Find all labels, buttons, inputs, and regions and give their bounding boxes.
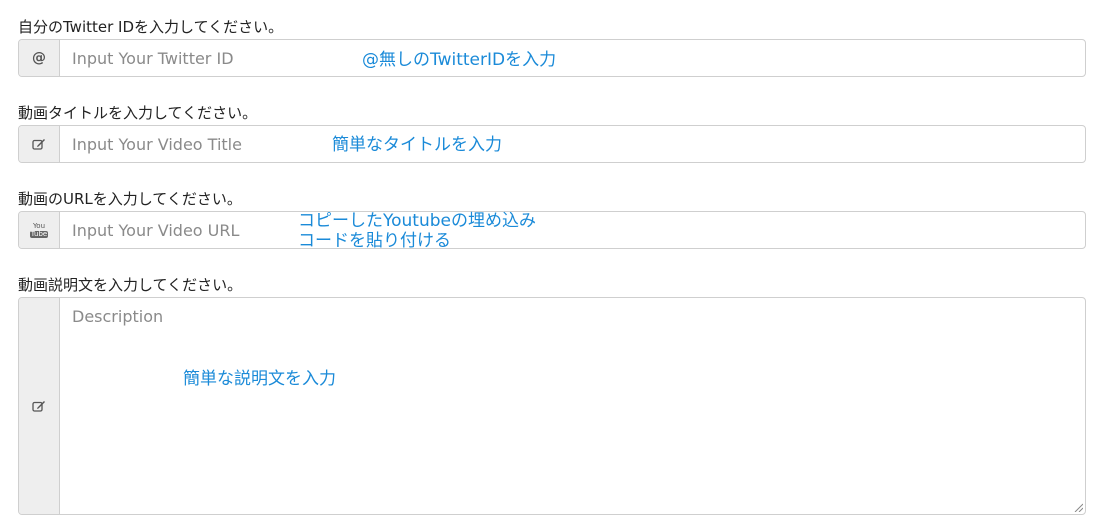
twitter-id-group: @ <box>18 39 1086 77</box>
description-label: 動画説明文を入力してください。 <box>18 276 243 294</box>
youtube-icon: You Tube <box>19 212 60 248</box>
edit-icon <box>19 298 60 514</box>
edit-icon <box>19 126 60 162</box>
description-group <box>18 297 1086 515</box>
twitter-id-input[interactable] <box>60 40 1085 76</box>
video-title-label: 動画タイトルを入力してください。 <box>18 104 258 122</box>
video-url-input[interactable] <box>60 212 1085 248</box>
video-title-group <box>18 125 1086 163</box>
video-title-input[interactable] <box>60 126 1085 162</box>
video-url-label: 動画のURLを入力してください。 <box>18 190 242 208</box>
at-icon: @ <box>19 40 60 76</box>
description-textarea[interactable] <box>60 298 1085 514</box>
video-url-group: You Tube <box>18 211 1086 249</box>
resize-handle-icon[interactable] <box>1073 502 1083 512</box>
twitter-id-label: 自分のTwitter IDを入力してください。 <box>18 18 284 36</box>
